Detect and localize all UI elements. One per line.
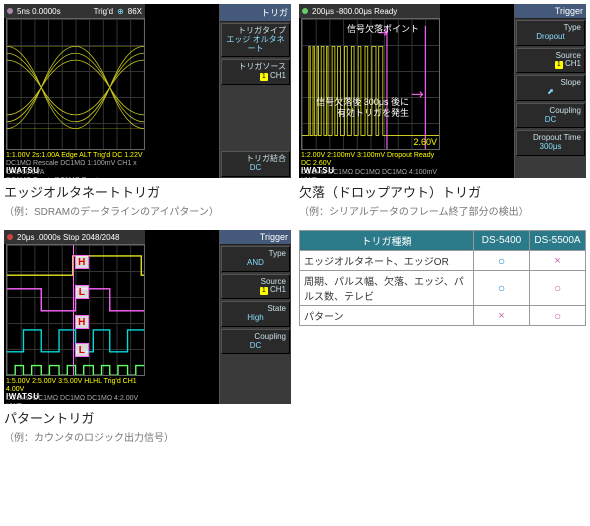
mark-circle-icon: ○ [498,281,505,295]
anno-trigger-after: 信号欠落後 300μs 後に有効トリガを発生 [316,97,409,119]
menu-dropout-time[interactable]: Dropout Time300μs [516,130,585,156]
scope-dropout: 200μs -800.00μs Ready [299,4,586,178]
menu-coupling[interactable]: CouplingDC [516,103,585,129]
scope1-timediv: 5ns 0.0000s [17,7,61,16]
state-h2: H [75,315,89,329]
menu-title: Trigger [515,4,586,19]
menu-title: Trigger [220,230,291,245]
scope-pattern: 20μs .0000s Stop 2048/2048 [4,230,291,404]
caption-1: エッジオルタネートトリガ （例：SDRAMのデータラインのアイパターン） [4,182,291,218]
state-l1: L [75,285,89,299]
ch1-badge: 1 [260,73,268,81]
th-ds5500a: DS-5500A [530,231,586,251]
dropout-burst-wave [302,19,439,150]
th-type: トリガ種類 [300,231,474,251]
mark-x-icon: × [554,255,560,267]
menu-source[interactable]: Source1 CH1 [516,48,585,74]
scope2-menu: Trigger TypeDropout Source1 CH1 Slope⬈ C… [514,4,586,178]
scope1-topbar: 5ns 0.0000s Trig'd ⊕ 86X [4,4,145,18]
brand-label: IWATSU [301,166,335,176]
caption3-sub: （例：カウンタのロジック出力信号） [4,429,291,444]
mark-circle-icon: ○ [498,254,505,268]
trigger-vline [73,245,74,375]
scope2-statusbar: 1:2.00V 2:100mV 3:100mV Dropout Ready DC… [299,150,440,178]
caption2-sub: （例：シリアルデータのフレーム終了部分の検出） [299,203,586,218]
scope2-topbar: 200μs -800.00μs Ready [299,4,440,18]
ch1-badge: 1 [555,61,563,69]
menu-trigger-source[interactable]: トリガソース1 CH1 [221,59,290,85]
mark-circle-icon: ○ [554,281,561,295]
th-ds5400: DS-5400 [474,231,530,251]
scope1-menu: トリガ トリガタイプエッジ オルタネート トリガソース1 CH1 トリガ結合DC [219,4,291,178]
menu-trigger-type[interactable]: トリガタイプエッジ オルタネート [221,23,290,57]
caption-2: 欠落（ドロップアウト）トリガ （例：シリアルデータのフレーム終了部分の検出） [299,182,586,218]
trigger-compare-table: トリガ種類 DS-5400 DS-5500A エッジオルタネート、エッジOR ○… [299,230,586,326]
caption1-sub: （例：SDRAMのデータラインのアイパターン） [4,203,291,218]
eye-pattern-wave [7,19,144,150]
menu-slope[interactable]: Slope⬈ [516,75,585,101]
scope1-statusbar: 1:1.00V 2s:1.00A Edge ALT Trig'd DC 1.22… [4,150,145,178]
scope3-topbar: 20μs .0000s Stop 2048/2048 [4,230,145,244]
menu-type[interactable]: TypeAND [221,246,290,272]
caption-3: パターントリガ （例：カウンタのロジック出力信号） [4,408,291,444]
mark-x-icon: × [498,310,504,322]
scope1-grid [6,18,145,150]
scope3-grid: H L H L [6,244,145,376]
menu-title: トリガ [220,4,291,22]
zoom-icon: ⊕ [117,7,124,16]
menu-coupling[interactable]: CouplingDC [221,329,290,355]
scope3-statusbar: 1:5.00V 2:5.00V 3:5.00V HLHL Trig'd CH1 … [4,376,145,404]
table-header-row: トリガ種類 DS-5400 DS-5500A [300,231,586,251]
menu-state[interactable]: StateHigh [221,301,290,327]
mark-circle-icon: ○ [554,309,561,323]
scope3-menu: Trigger TypeAND Source1 CH1 StateHigh Co… [219,230,291,404]
brand-label: IWATSU [6,392,40,402]
menu-type[interactable]: TypeDropout [516,20,585,46]
meas-label: 2.60V [413,137,437,147]
caption2-title: 欠落（ドロップアウト）トリガ [299,182,586,201]
caption1-title: エッジオルタネートトリガ [4,182,291,201]
scope2-grid: 信号欠落ポイント 信号欠落後 300μs 後に有効トリガを発生 2.60V [301,18,440,150]
slope-rising-icon: ⬈ [520,88,581,97]
anno-dropout-point: 信号欠落ポイント [347,22,419,35]
scope-edge-alt: 5ns 0.0000s Trig'd ⊕ 86X [4,4,291,178]
table-row: エッジオルタネート、エッジOR ○ × [300,251,586,271]
menu-source[interactable]: Source1 CH1 [221,274,290,300]
state-h1: H [75,255,89,269]
menu-trigger-coupling[interactable]: トリガ結合DC [221,151,290,177]
ch1-badge: 1 [260,287,268,295]
table-row: 周期、パルス幅、欠落、エッジ、パルス数、テレビ ○ ○ [300,271,586,306]
table-row: パターン × ○ [300,306,586,326]
brand-label: IWATSU [6,166,40,176]
caption3-title: パターントリガ [4,408,291,427]
state-l2: L [75,343,89,357]
